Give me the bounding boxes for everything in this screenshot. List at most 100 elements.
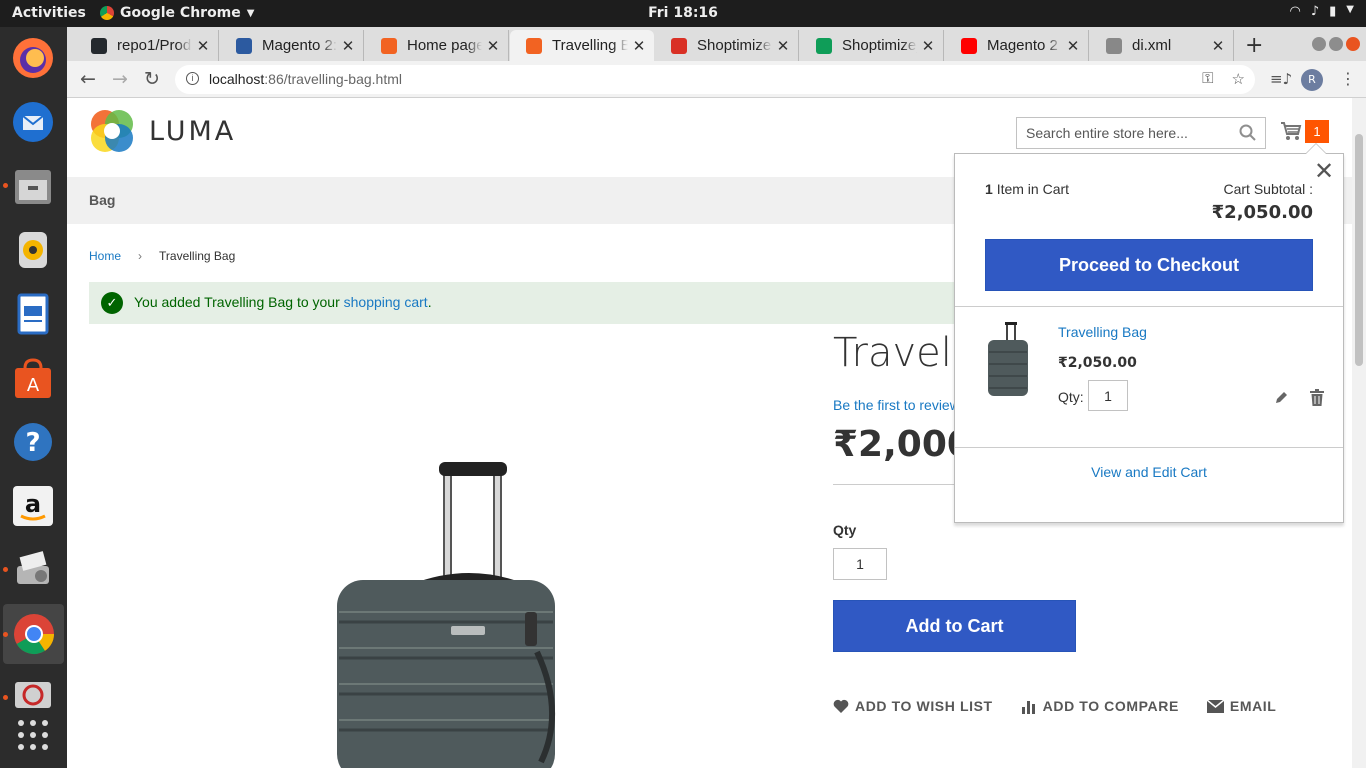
minicart-item-price: ₹2,050.00 [1058,355,1137,371]
youtube-icon [961,37,977,54]
browser-tab[interactable]: di.xml ✕ [1090,30,1234,61]
tab-close-icon[interactable]: ✕ [486,37,500,55]
app-name: Google Chrome [120,5,241,21]
maximize-icon[interactable] [1329,37,1343,51]
address-bar[interactable]: i localhost:86/travelling-bag.html ⚿ ☆ [175,65,1255,94]
search-box [1016,117,1266,149]
browser-tab[interactable]: Home page ✕ [365,30,509,61]
shopping-cart-link[interactable]: shopping cart [344,294,428,310]
help-icon[interactable]: ? [10,419,56,465]
browser-tab[interactable]: repo1/Prod ✕ [75,30,219,61]
key-icon[interactable]: ⚿ [1202,70,1213,88]
magento-docs-icon [236,37,252,54]
view-and-edit-cart-link[interactable]: View and Edit Cart [955,464,1343,480]
minicart-qty-label: Qty: [1058,389,1084,405]
new-tab-button[interactable]: + [1245,33,1263,58]
cart-icon[interactable] [1280,121,1302,141]
browser-tab[interactable]: Shoptimize_ ✕ [800,30,944,61]
cart-count-badge[interactable]: 1 [1305,120,1329,143]
browser-tab[interactable]: Shoptimize ✕ [655,30,799,61]
gmail-icon [671,37,687,54]
browser-tab[interactable]: Magento 2 (✕ [945,30,1089,61]
qty-input[interactable] [833,548,887,580]
tab-close-icon[interactable]: ✕ [341,37,355,55]
luma-logo-icon [91,110,133,152]
edit-pencil-icon[interactable] [1274,390,1289,405]
firefox-icon[interactable] [10,35,56,81]
add-to-cart-button[interactable]: Add to Cart [833,600,1076,652]
os-top-bar: Activities Google Chrome ▼ Fri 18:16 ◠ ♪… [0,0,1366,27]
site-info-icon[interactable]: i [186,72,199,85]
chrome-small-icon [100,6,114,20]
magento-icon [526,37,542,54]
minicart-item-image[interactable] [985,322,1031,398]
url-text[interactable]: localhost:86/travelling-bag.html [209,71,402,87]
minimize-icon[interactable] [1312,37,1326,51]
system-tray[interactable]: ◠ ♪ ▮ ▼ [1290,4,1355,19]
sheets-icon [816,37,832,54]
app-menu[interactable]: Google Chrome ▼ [100,5,254,21]
chrome-icon[interactable] [3,604,64,664]
tab-title: Shoptimize [697,37,772,54]
writer-icon[interactable] [10,291,56,337]
files-icon[interactable] [10,163,56,209]
rhythmbox-icon[interactable] [10,227,56,273]
minicart-item-name[interactable]: Travelling Bag [1058,324,1147,340]
minicart-subtotal: ₹2,050.00 [1211,202,1313,223]
battery-icon: ▮ [1329,4,1337,19]
email-icon [1206,699,1224,713]
scrollbar-thumb[interactable] [1355,134,1363,366]
activities-button[interactable]: Activities [12,5,86,21]
back-icon[interactable]: ← [80,68,96,90]
tab-close-icon[interactable]: ✕ [1066,37,1080,55]
running-indicator [3,695,8,700]
store-logo[interactable]: LUMA [89,108,236,154]
add-to-compare-link[interactable]: ADD TO COMPARE [1021,698,1179,714]
close-window-icon[interactable] [1346,37,1360,51]
svg-text:a: a [25,490,41,518]
search-icon[interactable] [1239,124,1256,141]
product-image[interactable] [329,462,563,768]
tab-title: Shoptimize_ [842,37,917,54]
running-indicator [3,183,8,188]
tab-close-icon[interactable]: ✕ [196,37,210,55]
svg-text:?: ? [25,428,40,458]
app-grid-icon[interactable] [10,712,56,758]
tab-title: Home page [407,37,482,54]
minicart-qty-input[interactable] [1088,380,1128,411]
browser-tab[interactable]: Travelling B ✕ [510,30,654,61]
breadcrumb-home-link[interactable]: Home [89,249,121,263]
add-to-wishlist-link[interactable]: ADD TO WISH LIST [833,698,993,714]
tab-close-icon[interactable]: ✕ [921,37,935,55]
profile-avatar[interactable]: R [1301,69,1323,91]
thunderbird-icon[interactable] [10,99,56,145]
chrome-menu-icon[interactable]: ⋮ [1340,69,1356,88]
proceed-to-checkout-button[interactable]: Proceed to Checkout [985,239,1313,291]
amazon-icon[interactable]: a [10,483,56,529]
success-message-text: You added Travelling Bag to your shoppin… [134,294,432,310]
page-scrollbar[interactable] [1352,98,1366,768]
software-center-icon[interactable]: A [10,355,56,401]
tab-close-icon[interactable]: ✕ [632,37,646,55]
tab-close-icon[interactable]: ✕ [776,37,790,55]
github-icon [91,37,107,54]
trash-icon[interactable] [1310,389,1324,406]
scanner-icon[interactable] [10,547,56,593]
email-link[interactable]: EMAIL [1206,698,1277,714]
search-input[interactable] [1017,118,1227,148]
breadcrumb: Home › Travelling Bag [89,249,235,263]
media-controls-icon[interactable]: ≡♪ [1270,70,1292,88]
tab-title: repo1/Prod [117,37,192,54]
qty-label: Qty [833,522,857,538]
svg-text:A: A [27,375,40,396]
nav-item-bag[interactable]: Bag [89,192,115,208]
close-icon[interactable]: ✕ [1314,160,1334,184]
tab-title: Magento 2: [262,37,337,54]
window-controls [1312,37,1360,51]
divider [955,447,1343,448]
browser-tab[interactable]: Magento 2: ✕ [220,30,364,61]
bookmark-star-icon[interactable]: ☆ [1232,70,1245,88]
forward-icon[interactable]: → [112,68,128,90]
tab-close-icon[interactable]: ✕ [1211,37,1225,55]
reload-icon[interactable]: ↻ [144,68,160,90]
